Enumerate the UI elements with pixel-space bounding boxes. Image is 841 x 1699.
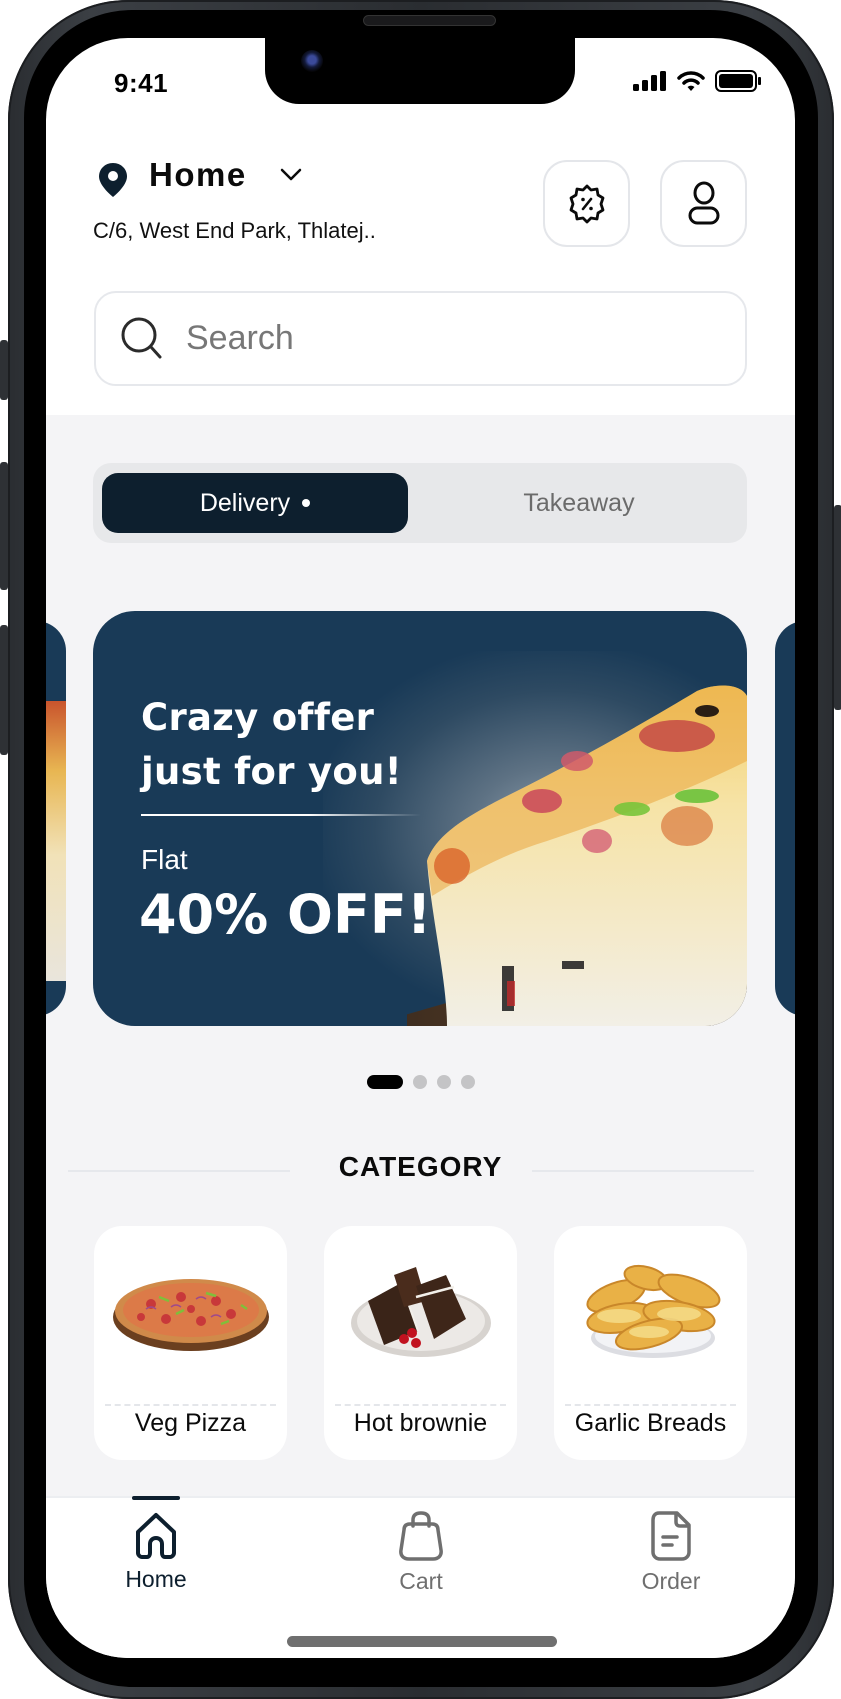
carousel-dot-4[interactable] <box>460 1075 475 1089</box>
carousel-dot-3[interactable] <box>436 1075 451 1089</box>
category-card-hot-brownie[interactable]: Hot brownie <box>324 1226 517 1460</box>
garlic-bread-image <box>554 1256 747 1366</box>
card-separator <box>565 1404 736 1406</box>
offer-banner[interactable]: Crazy offer just for you! Flat 40% OFF! <box>93 611 747 1026</box>
category-label: Hot brownie <box>353 1409 488 1437</box>
tab-delivery[interactable]: Delivery <box>102 473 408 533</box>
nav-label-order: Order <box>641 1568 701 1594</box>
document-icon <box>651 1511 691 1561</box>
app-screen: 9:41 Home C/6, West End Park, Thlatej.. <box>46 38 795 1658</box>
volume-down-button <box>0 625 8 755</box>
cheese-pizza-image <box>407 685 747 1026</box>
search-icon <box>121 317 162 358</box>
previous-banner-peek[interactable] <box>46 621 66 1016</box>
carousel-indicator <box>46 1075 795 1089</box>
status-time: 9:41 <box>114 68 169 98</box>
nav-item-home[interactable]: Home <box>76 1496 236 1593</box>
earpiece-speaker <box>363 15 496 26</box>
tab-delivery-label: Delivery <box>199 488 291 517</box>
order-mode-toggle: Delivery Takeaway <box>93 463 747 543</box>
next-banner-peek[interactable] <box>775 621 795 1016</box>
status-icons <box>633 70 761 92</box>
notch <box>265 38 575 104</box>
bottom-nav: Home Cart Order <box>46 1496 795 1658</box>
category-label: Garlic Breads <box>574 1409 727 1437</box>
nav-label-home: Home <box>125 1566 187 1592</box>
tab-takeaway[interactable]: Takeaway <box>420 473 738 533</box>
nav-item-order[interactable]: Order <box>591 1498 751 1595</box>
category-title: CATEGORY <box>338 1151 503 1182</box>
veg-pizza-image <box>94 1256 287 1366</box>
front-camera <box>301 50 323 72</box>
home-icon <box>136 1513 176 1559</box>
home-indicator[interactable] <box>287 1636 557 1647</box>
nav-item-cart[interactable]: Cart <box>341 1498 501 1595</box>
mute-switch <box>0 340 8 400</box>
hot-brownie-image <box>324 1256 517 1366</box>
category-label: Veg Pizza <box>134 1409 247 1437</box>
user-icon <box>688 181 719 224</box>
banner-discount: 40% OFF! <box>139 883 432 946</box>
carousel-dot-1[interactable] <box>366 1075 403 1089</box>
nav-label-cart: Cart <box>399 1568 443 1594</box>
card-separator <box>335 1404 506 1406</box>
banner-subtitle: Flat <box>141 844 188 875</box>
tab-takeaway-label: Takeaway <box>523 488 635 517</box>
nav-active-indicator <box>132 1496 180 1500</box>
search-bar[interactable] <box>94 291 747 386</box>
shopping-bag-icon <box>399 1511 443 1561</box>
category-card-garlic-breads[interactable]: Garlic Breads <box>554 1226 747 1460</box>
volume-up-button <box>0 462 8 590</box>
category-card-veg-pizza[interactable]: Veg Pizza <box>94 1226 287 1460</box>
active-dot-icon <box>302 499 311 507</box>
search-input[interactable] <box>186 319 686 358</box>
banner-title-line2: just for you! <box>141 750 402 793</box>
cellular-signal-icon <box>633 71 666 91</box>
banner-divider <box>141 814 421 816</box>
map-pin-icon <box>99 163 127 197</box>
chevron-down-icon[interactable] <box>280 168 302 182</box>
location-label[interactable]: Home <box>149 156 247 194</box>
card-separator <box>105 1404 276 1406</box>
profile-button[interactable] <box>660 160 747 247</box>
battery-icon <box>715 70 761 92</box>
carousel-dot-2[interactable] <box>412 1075 427 1089</box>
discount-badge-icon <box>569 184 604 223</box>
banner-title: Crazy offer just for you! <box>141 691 402 799</box>
wifi-icon <box>677 71 705 91</box>
offers-button[interactable] <box>543 160 630 247</box>
delivery-address[interactable]: C/6, West End Park, Thlatej.. <box>93 218 376 244</box>
power-button <box>834 505 841 710</box>
banner-title-line1: Crazy offer <box>141 696 375 739</box>
